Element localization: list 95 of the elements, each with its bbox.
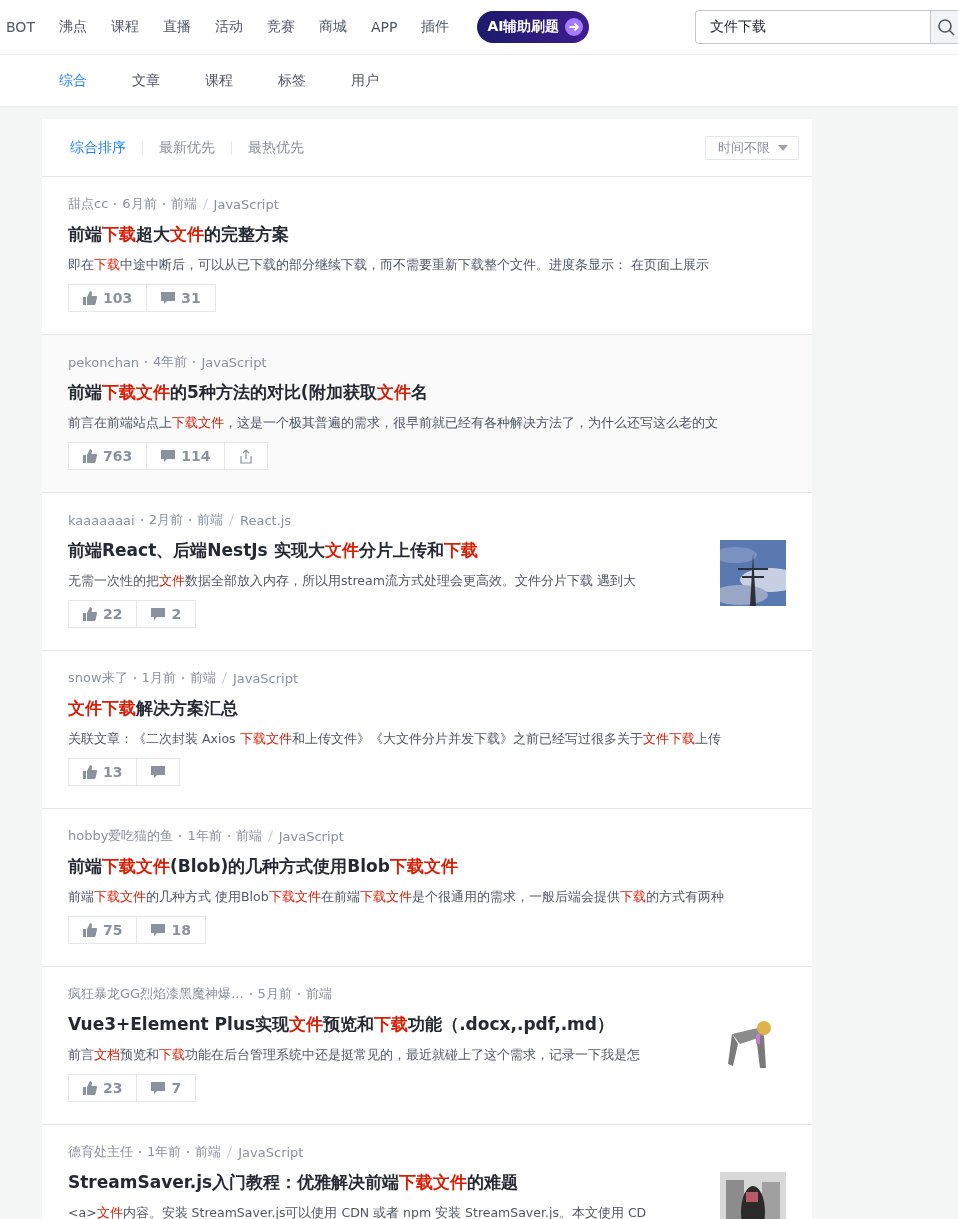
comment-icon (161, 449, 176, 463)
comment-icon (151, 765, 166, 779)
author-name[interactable]: 德育处主任 (68, 1143, 133, 1161)
thumbs-up-icon (83, 765, 97, 779)
nav-link[interactable]: 沸点 (58, 18, 87, 36)
post-time: 1月前 (141, 669, 176, 687)
comment-button[interactable]: 31 (146, 284, 216, 312)
like-button[interactable]: 763 (68, 442, 148, 470)
sort-tab[interactable]: 综合排序 (70, 138, 142, 157)
article-title[interactable]: 前端下载文件的5种方法的对比(附加获取文件名 (68, 380, 786, 404)
article-title[interactable]: Vue3+Element Plus实现文件预览和下载功能（.docx,.pdf,.md） (68, 1012, 700, 1036)
comment-button[interactable]: 114 (146, 442, 226, 470)
article-item[interactable]: pekonchan 4年前 JavaScript 前端下载文件的5种方法的对比(附加获取文件名 前言在前端站点上下载文件，这是一个极其普遍的需求，很早前就已经有各种解决方法了，为什么还写这么老的文 763 114 (42, 335, 812, 493)
post-time: 6月前 (122, 195, 157, 213)
article-snippet: 前言文档预览和下载功能在后台管理系统中还是挺常见的，最近就碰上了这个需求，记录一下我是怎 (68, 1046, 641, 1064)
author-name[interactable]: pekonchan (68, 354, 140, 370)
post-time: 1年前 (147, 1143, 182, 1161)
author-name[interactable]: hobby爱吃猫的鱼 (68, 827, 174, 845)
search-button[interactable] (930, 10, 958, 44)
tag-link[interactable]: JavaScript (201, 354, 267, 370)
thumbs-up-icon (83, 291, 97, 305)
article-title[interactable]: 文件下载解决方案汇总 (68, 696, 786, 720)
like-button[interactable]: 75 (68, 916, 138, 944)
thumbs-up-icon (83, 923, 97, 937)
post-time: 4年前 (153, 353, 188, 371)
category-tab[interactable]: 文章 (109, 71, 182, 90)
comment-icon (151, 923, 166, 937)
tag-link[interactable]: JavaScript (232, 670, 299, 686)
sort-tab[interactable]: 最热优先 (232, 138, 320, 157)
thumbs-up-icon (83, 607, 97, 621)
article-title[interactable]: 前端下载超大文件的完整方案 (68, 222, 786, 246)
post-time: 2月前 (148, 511, 183, 529)
nav-link[interactable]: 课程 (110, 18, 139, 36)
tag-link[interactable]: JavaScript (238, 1144, 304, 1160)
category-tab[interactable]: 标签 (255, 71, 328, 90)
article-item[interactable]: snow来了 1月前 前端 JavaScript 文件下载解决方案汇总 关联文章：《二次封装 Axios 下载文件和上传文件》《大文件分片并发下载》之前已经写过很多关于文件下载上传 13 (42, 651, 812, 809)
comment-button[interactable]: 7 (136, 1074, 197, 1102)
article-title[interactable]: StreamSaver.js入门教程：优雅解决前端下载文件的难题 (68, 1170, 700, 1194)
search-field[interactable]: 文件下载 (695, 10, 930, 44)
article-title[interactable]: 前端下载文件(Blob)的几种方式使用Blob下载文件 (68, 854, 786, 878)
article-snippet: <a>文件内容。安装 StreamSaver.js可以使用 CDN 或者 npm 安装 StreamSaver.js。本文使用 CD (68, 1204, 648, 1219)
like-button[interactable]: 23 (68, 1074, 138, 1102)
comment-icon (151, 1081, 166, 1095)
category-tab[interactable]: 课程 (182, 71, 255, 90)
tag-link[interactable]: React.js (239, 512, 292, 528)
time-filter-dropdown[interactable]: 时间不限 (705, 135, 799, 160)
post-time: 1年前 (187, 827, 222, 845)
post-time: 5月前 (257, 985, 292, 1003)
comment-icon (151, 607, 166, 621)
nav-link[interactable]: 活动 (214, 18, 243, 36)
like-button[interactable]: 103 (68, 284, 148, 312)
author-name[interactable]: 疯狂暴龙GG烈焰漆黑魔神爆... (68, 985, 244, 1003)
sort-tab[interactable]: 最新优先 (143, 138, 231, 157)
nav-link[interactable]: BOT (6, 19, 35, 35)
tag-link[interactable]: JavaScript (213, 196, 279, 212)
like-button[interactable]: 13 (68, 758, 138, 786)
comment-button[interactable]: 2 (136, 600, 197, 628)
nav-link[interactable]: 插件 (421, 18, 450, 36)
tag-link[interactable]: 前端 (196, 511, 223, 529)
nav-link[interactable]: 直播 (162, 18, 191, 36)
article-snippet: 即在下载中途中断后，可以从已下载的部分继续下载，而不需要重新下载整个文件。进度条显示： 在页面上展示 (68, 256, 710, 274)
category-tab[interactable]: 用户 (328, 71, 401, 90)
category-tab[interactable]: 综合 (36, 71, 109, 90)
share-icon (239, 448, 254, 464)
article-snippet: 前言在前端站点上下载文件，这是一个极其普遍的需求，很早前就已经有各种解决方法了，为什么还写这么老的文 (68, 414, 719, 432)
comment-button[interactable] (136, 758, 181, 786)
article-item[interactable]: 德育处主任 1年前 前端 JavaScript StreamSaver.js入门教程：优雅解决前端下载文件的难题 <a>文件内容。安装 StreamSaver.js可以使用 CDN 或者 npm 安装 StreamSaver.js。本文使用 CD (42, 1125, 812, 1219)
tag-link[interactable]: 前端 (305, 985, 332, 1003)
share-button[interactable] (224, 442, 269, 470)
article-item[interactable]: kaaaaaaai 2月前 前端 React.js 前端React、后端NestJs 实现大文件分片上传和下载 无需一次性的把文件数据全部放入内存，所以用stream流方式处理会更高效。文件分片下载 遇到大 22 2 (42, 493, 812, 651)
article-item[interactable]: hobby爱吃猫的鱼 1年前 前端 JavaScript 前端下载文件(Blob)的几种方式使用Blob下载文件 前端下载文件的几种方式 使用Blob下载文件在前端下载文件是个很通用的需求，一般后端会提供下载的方式有两种 75 18 (42, 809, 812, 967)
nav-link[interactable]: 商城 (318, 18, 347, 36)
author-name[interactable]: snow来了 (68, 669, 128, 687)
author-name[interactable]: 甜点cc (68, 195, 109, 213)
article-item[interactable]: 疯狂暴龙GG烈焰漆黑魔神爆... 5月前 前端 Vue3+Element Plus实现文件预览和下载功能（.docx,.pdf,.md） 前言文档预览和下载功能在后台管理系统中还是挺常见的，最近就碰上了这个需求，记录一下我是怎 23 7 (42, 967, 812, 1125)
article-snippet: 关联文章：《二次封装 Axios 下载文件和上传文件》《大文件分片并发下载》之前已经写过很多关于文件下载上传 (68, 730, 722, 748)
nav-link[interactable]: 竞赛 (266, 18, 295, 36)
article-snippet: 前端下载文件的几种方式 使用Blob下载文件在前端下载文件是个很通用的需求，一般后端会提供下载的方式有两种 (68, 888, 725, 906)
tag-link[interactable]: 前端 (170, 195, 197, 213)
author-name[interactable]: kaaaaaaai (68, 512, 135, 528)
tag-link[interactable]: 前端 (195, 1143, 222, 1161)
thumbs-up-icon (83, 449, 97, 463)
tag-link[interactable]: 前端 (189, 669, 216, 687)
tag-link[interactable]: JavaScript (278, 828, 344, 844)
thumbs-up-icon (83, 1081, 97, 1095)
promo-button[interactable]: AI辅助刷题 (477, 11, 590, 43)
search-icon (937, 18, 955, 36)
nav-link[interactable]: APP (370, 19, 398, 35)
comment-icon (161, 291, 176, 305)
caret-icon (778, 144, 788, 151)
comment-button[interactable]: 18 (136, 916, 206, 944)
like-button[interactable]: 22 (68, 600, 138, 628)
tag-link[interactable]: 前端 (235, 827, 262, 845)
article-snippet: 无需一次性的把文件数据全部放入内存，所以用stream流方式处理会更高效。文件分片下载 遇到大 (68, 572, 637, 590)
article-title[interactable]: 前端React、后端NestJs 实现大文件分片上传和下载 (68, 538, 700, 562)
